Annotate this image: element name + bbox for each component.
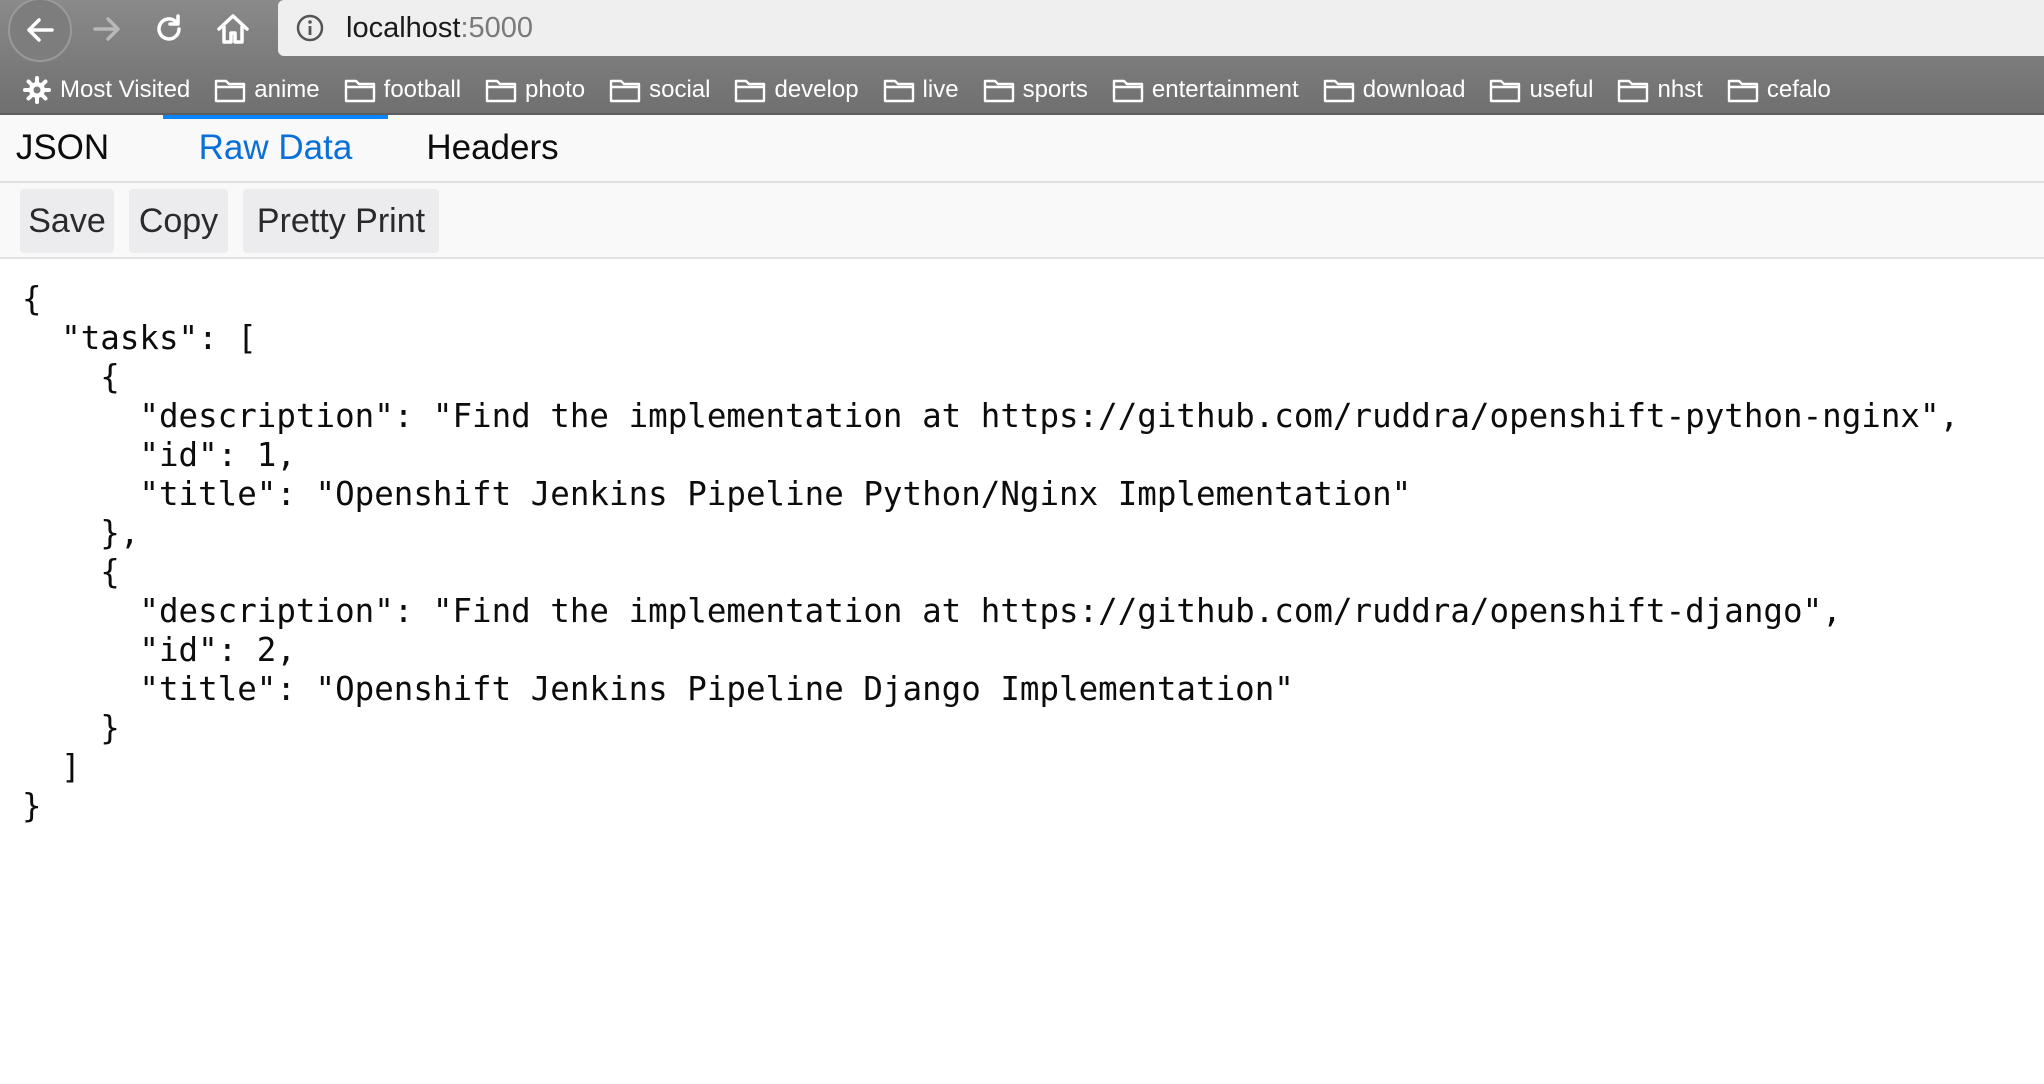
bookmark-folder-useful[interactable]: useful bbox=[1489, 76, 1593, 104]
bookmark-label: social bbox=[649, 76, 711, 103]
folder-icon bbox=[1112, 79, 1144, 103]
folder-icon bbox=[1323, 79, 1354, 103]
tab-headers[interactable]: Headers bbox=[410, 115, 575, 181]
folder-icon bbox=[883, 79, 914, 103]
copy-button[interactable]: Copy bbox=[129, 189, 228, 253]
bookmark-label: live bbox=[922, 76, 959, 103]
raw-line: }, bbox=[22, 514, 140, 552]
folder-icon bbox=[485, 79, 517, 103]
bookmark-folder-anime[interactable]: anime bbox=[214, 76, 320, 104]
raw-line: "title": "Openshift Jenkins Pipeline Dja… bbox=[22, 670, 1294, 708]
bookmark-folder-social[interactable]: social bbox=[609, 76, 710, 104]
back-button[interactable] bbox=[8, 0, 72, 62]
url-host: localhost bbox=[346, 11, 461, 44]
bookmark-label: download bbox=[1362, 76, 1466, 103]
folder-icon bbox=[215, 79, 246, 103]
bookmark-label: cefalo bbox=[1766, 76, 1831, 103]
bookmark-folder-cefalo[interactable]: cefalo bbox=[1727, 76, 1831, 104]
bookmark-label: entertainment bbox=[1151, 76, 1299, 103]
folder-icon bbox=[1618, 79, 1649, 103]
forward-button[interactable] bbox=[78, 0, 136, 58]
bookmark-folder-live[interactable]: live bbox=[883, 76, 959, 104]
tab-raw-data[interactable]: Raw Data bbox=[163, 115, 388, 181]
forward-arrow-icon bbox=[93, 17, 120, 41]
raw-line: { bbox=[22, 553, 120, 591]
bookmark-folder-entertainment[interactable]: entertainment bbox=[1112, 76, 1299, 104]
raw-data-toolbar: Save Copy Pretty Print bbox=[0, 183, 2044, 259]
pretty-print-button[interactable]: Pretty Print bbox=[243, 189, 439, 253]
folder-icon bbox=[1490, 79, 1521, 103]
raw-line: } bbox=[22, 787, 42, 825]
bookmark-label: useful bbox=[1529, 76, 1594, 103]
raw-line: "id": 2, bbox=[22, 631, 296, 669]
bookmark-folder-download[interactable]: download bbox=[1323, 76, 1466, 104]
raw-line: "id": 1, bbox=[22, 436, 296, 474]
bookmark-label: nhst bbox=[1657, 76, 1703, 103]
address-bar[interactable]: localhost:5000 bbox=[278, 0, 2044, 56]
folder-icon bbox=[735, 79, 766, 103]
bookmarks-toolbar: Most Visited anime football photo social dev… bbox=[22, 70, 1855, 110]
bookmark-label: Most Visited bbox=[60, 76, 191, 103]
raw-line: "description": "Find the implementation … bbox=[22, 592, 1842, 630]
raw-line: } bbox=[22, 709, 120, 747]
raw-line: "title": "Openshift Jenkins Pipeline Pyt… bbox=[22, 475, 1412, 513]
folder-icon bbox=[609, 79, 641, 103]
bookmark-folder-photo[interactable]: photo bbox=[485, 76, 585, 104]
json-viewer-tabs: JSON Raw Data Headers bbox=[0, 115, 2044, 183]
bookmark-folder-football[interactable]: football bbox=[344, 76, 461, 104]
back-arrow-icon bbox=[27, 18, 54, 42]
folder-icon bbox=[1727, 79, 1759, 103]
raw-line: "tasks": [ bbox=[22, 319, 257, 357]
bookmark-label: develop bbox=[774, 76, 859, 103]
bookmark-folder-develop[interactable]: develop bbox=[734, 76, 859, 104]
bookmark-label: football bbox=[383, 76, 462, 103]
raw-line: { bbox=[22, 358, 120, 396]
browser-toolbar: localhost:5000 Most Visited anime footbal… bbox=[0, 0, 2044, 115]
gear-icon bbox=[23, 76, 51, 104]
tab-json[interactable]: JSON bbox=[0, 115, 125, 181]
raw-line: ] bbox=[22, 748, 81, 786]
raw-json-content: { "tasks": [ { "description": "Find the … bbox=[22, 280, 1959, 826]
reload-icon bbox=[157, 14, 181, 41]
bookmark-most-visited[interactable]: Most Visited bbox=[22, 75, 190, 105]
save-button[interactable]: Save bbox=[20, 189, 114, 253]
bookmark-folders: anime football photo social develop live sport… bbox=[214, 76, 1855, 104]
home-button[interactable] bbox=[204, 0, 262, 58]
raw-line: "description": "Find the implementation … bbox=[22, 397, 1960, 435]
url-port: :5000 bbox=[460, 11, 534, 44]
url-text: localhost:5000 bbox=[346, 12, 533, 45]
raw-line: { bbox=[22, 280, 42, 318]
folder-icon bbox=[344, 79, 375, 103]
home-icon bbox=[217, 14, 249, 44]
folder-icon bbox=[983, 79, 1014, 103]
bookmark-label: photo bbox=[525, 76, 586, 103]
reload-button[interactable] bbox=[140, 0, 198, 58]
bookmark-folder-sports[interactable]: sports bbox=[983, 76, 1088, 104]
bookmark-label: sports bbox=[1022, 76, 1088, 103]
bookmark-folder-nhst[interactable]: nhst bbox=[1617, 76, 1703, 104]
site-info-icon[interactable] bbox=[296, 14, 324, 42]
bookmark-label: anime bbox=[254, 76, 320, 103]
